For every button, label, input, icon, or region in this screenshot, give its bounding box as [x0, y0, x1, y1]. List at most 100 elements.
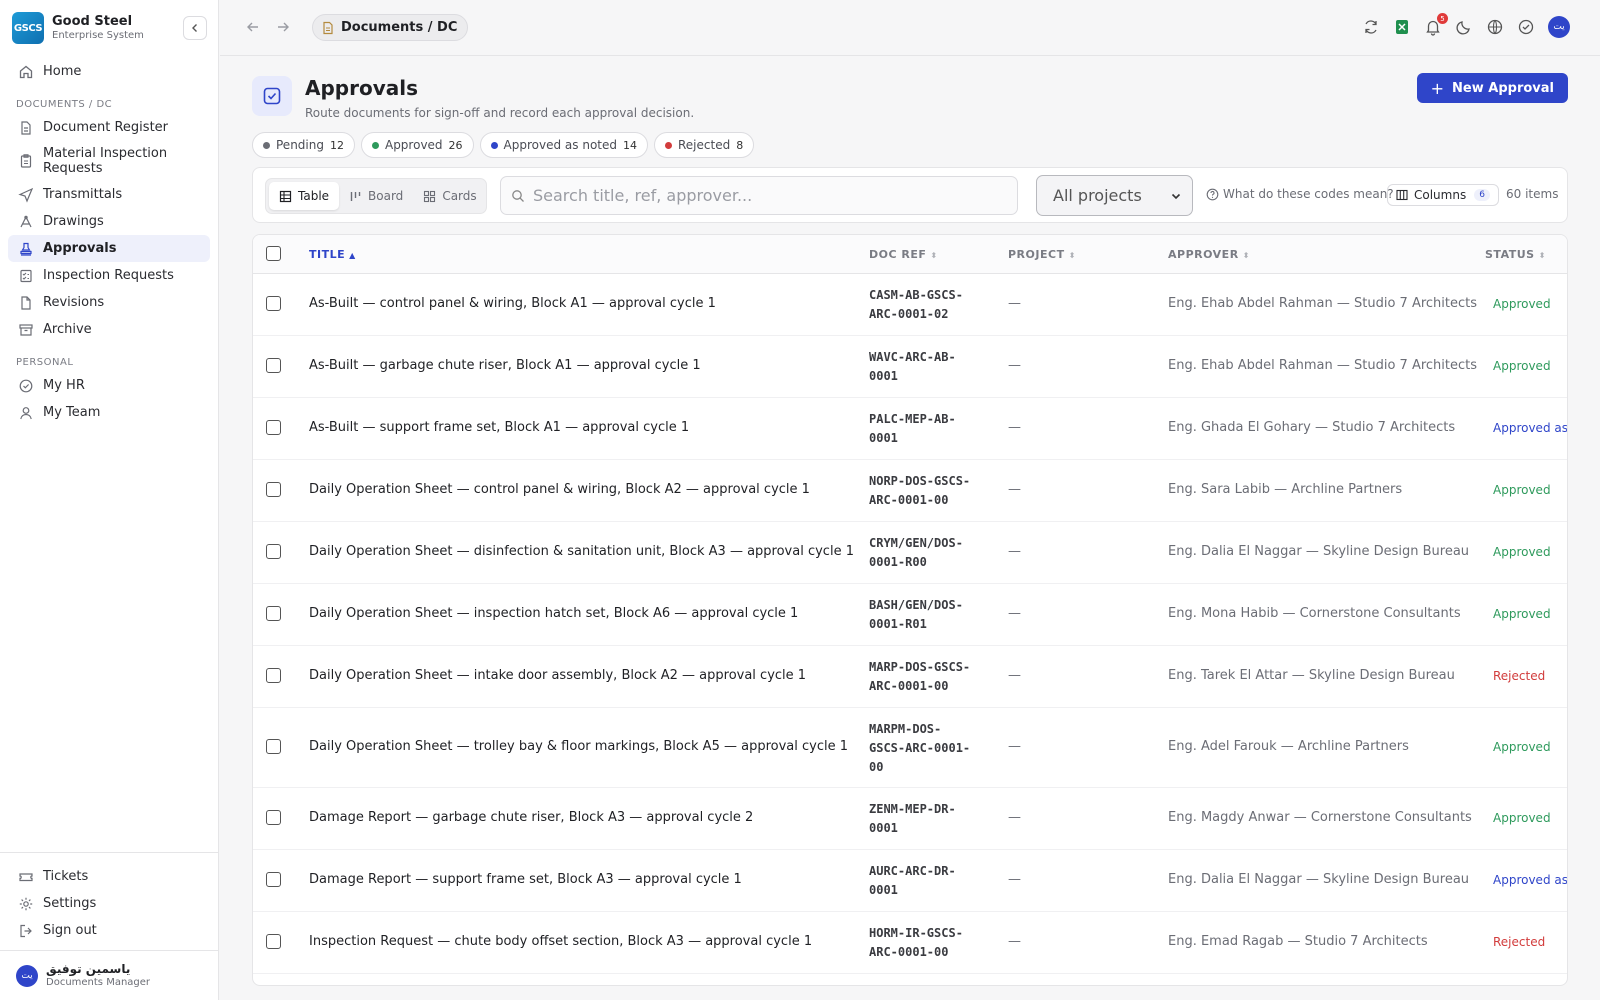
- sidebar-item-inspection-requests[interactable]: Inspection Requests: [8, 262, 210, 289]
- status-chip-approved[interactable]: Approved 26: [360, 132, 474, 158]
- status-chip-pending[interactable]: Pending 12: [252, 132, 355, 158]
- refresh-icon[interactable]: [1362, 18, 1380, 36]
- table-row[interactable]: As-Built — support frame set, Block A1 —…: [253, 398, 1567, 460]
- row-title[interactable]: As-Built — support frame set, Block A1 —…: [309, 420, 689, 435]
- table-row[interactable]: As-Built — garbage chute riser, Block A1…: [253, 336, 1567, 398]
- row-checkbox[interactable]: [266, 606, 281, 621]
- back-arrow-icon[interactable]: [244, 18, 262, 36]
- user-avatar-button[interactable]: يت: [1548, 16, 1570, 38]
- row-checkbox[interactable]: [266, 668, 281, 683]
- row-checkbox[interactable]: [266, 544, 281, 559]
- user-name: ياسمين توفيق: [46, 962, 131, 977]
- column-header-project[interactable]: PROJECT ⬍: [1008, 248, 1076, 261]
- row-title[interactable]: Damage Report — support frame set, Block…: [309, 872, 742, 887]
- new-approval-button[interactable]: + New Approval: [1416, 73, 1568, 103]
- items-count: 60 items: [1506, 187, 1559, 201]
- sidebar-item-archive[interactable]: Archive: [8, 316, 210, 343]
- table-row[interactable]: Daily Operation Sheet — inspection hatch…: [253, 584, 1567, 646]
- columns-button[interactable]: Columns 6: [1387, 184, 1499, 206]
- row-title[interactable]: Daily Operation Sheet — trolley bay & fl…: [309, 739, 848, 754]
- row-doc-ref: CASM-AB-GSCS- ARC-0001-02: [869, 286, 989, 324]
- notifications-button[interactable]: 5: [1424, 13, 1448, 36]
- table-row[interactable]: Daily Operation Sheet — control panel & …: [253, 460, 1567, 522]
- sidebar-item-material-inspection-requests[interactable]: Material Inspection Requests: [8, 141, 210, 181]
- view-cards-label: Cards: [442, 189, 477, 203]
- moon-icon[interactable]: [1455, 18, 1473, 36]
- row-checkbox[interactable]: [266, 420, 281, 435]
- home-icon: [19, 65, 33, 78]
- user-profile[interactable]: يت ياسمين توفيق Documents Manager: [0, 950, 218, 1000]
- status-chip-rejected[interactable]: Rejected 8: [654, 132, 755, 158]
- sidebar-item-my-team[interactable]: My Team: [8, 399, 210, 426]
- row-status: Approved: [1493, 545, 1551, 559]
- column-header-status[interactable]: STATUS ⬍: [1485, 248, 1546, 261]
- sidebar-item-document-register[interactable]: Document Register: [8, 114, 210, 141]
- codes-help-link[interactable]: What do these codes mean?: [1206, 187, 1394, 201]
- column-header-label: STATUS: [1485, 248, 1535, 261]
- table-row[interactable]: Inspection Request — chute body offset s…: [253, 912, 1567, 974]
- row-approver: Eng. Tarek El Attar — Skyline Design Bur…: [1168, 668, 1455, 683]
- row-checkbox[interactable]: [266, 934, 281, 949]
- table-row[interactable]: As-Built — control panel & wiring, Block…: [253, 274, 1567, 336]
- sidebar-item-tickets[interactable]: Tickets: [8, 863, 210, 890]
- row-title[interactable]: Daily Operation Sheet — disinfection & s…: [309, 544, 854, 559]
- doc-ref-line: AURC-ARC-DR-: [869, 864, 956, 878]
- view-table-button[interactable]: Table: [269, 182, 340, 210]
- sidebar-item-sign-out[interactable]: Sign out: [8, 917, 210, 944]
- row-checkbox[interactable]: [266, 482, 281, 497]
- row-checkbox[interactable]: [266, 872, 281, 887]
- sidebar-item-home[interactable]: Home: [8, 58, 210, 85]
- row-title[interactable]: Daily Operation Sheet — inspection hatch…: [309, 606, 798, 621]
- table-row[interactable]: Daily Operation Sheet — disinfection & s…: [253, 522, 1567, 584]
- status-chip-count: 12: [329, 138, 344, 152]
- row-project: —: [1008, 872, 1021, 887]
- status-dot: [371, 141, 379, 149]
- check-circle-icon: [19, 379, 33, 392]
- project-filter-select[interactable]: All projects: [1036, 175, 1193, 216]
- table-row[interactable]: Daily Operation Sheet — intake door asse…: [253, 646, 1567, 708]
- column-header-title[interactable]: TITLE ▲: [309, 248, 356, 261]
- row-approver: Eng. Dalia El Naggar — Skyline Design Bu…: [1168, 544, 1470, 559]
- table-row[interactable]: Damage Report — support frame set, Block…: [253, 850, 1567, 912]
- row-title[interactable]: As-Built — garbage chute riser, Block A1…: [309, 358, 701, 373]
- column-header-doc-ref[interactable]: DOC REF ⬍: [869, 248, 938, 261]
- column-header-approver[interactable]: APPROVER ⬍: [1168, 248, 1250, 261]
- check-circle-icon[interactable]: [1517, 18, 1535, 36]
- sidebar-item-label: My HR: [43, 378, 85, 393]
- row-checkbox[interactable]: [266, 358, 281, 373]
- row-title[interactable]: Damage Report — garbage chute riser, Blo…: [309, 810, 753, 825]
- sidebar-item-settings[interactable]: Settings: [8, 890, 210, 917]
- sidebar-item-approvals[interactable]: Approvals: [8, 235, 210, 262]
- view-cards-button[interactable]: Cards: [413, 182, 486, 210]
- sidebar-item-revisions[interactable]: Revisions: [8, 289, 210, 316]
- view-switcher: Table Board Cards: [265, 178, 487, 214]
- row-title[interactable]: As-Built — control panel & wiring, Block…: [309, 296, 716, 311]
- row-title[interactable]: Daily Operation Sheet — intake door asse…: [309, 668, 806, 683]
- row-title[interactable]: Daily Operation Sheet — control panel & …: [309, 482, 810, 497]
- row-title[interactable]: Inspection Request — chute body offset s…: [309, 934, 812, 949]
- table-row[interactable]: Daily Operation Sheet — trolley bay & fl…: [253, 708, 1567, 788]
- collapse-sidebar-button[interactable]: [183, 16, 207, 40]
- status-chip-approved-as-noted[interactable]: Approved as noted 14: [479, 132, 648, 158]
- row-checkbox[interactable]: [266, 296, 281, 311]
- select-all-checkbox[interactable]: [266, 246, 281, 261]
- view-board-button[interactable]: Board: [339, 182, 413, 210]
- row-project: —: [1008, 739, 1021, 754]
- sidebar-item-label: Archive: [43, 322, 92, 337]
- breadcrumb[interactable]: Documents / DC: [312, 14, 469, 41]
- row-status: Rejected: [1493, 935, 1546, 949]
- table-row[interactable]: Damage Report — garbage chute riser, Blo…: [253, 788, 1567, 850]
- sidebar-item-transmittals[interactable]: Transmittals: [8, 181, 210, 208]
- forward-arrow-icon[interactable]: [274, 18, 292, 36]
- sidebar-item-my-hr[interactable]: My HR: [8, 372, 210, 399]
- doc-ref-line: MARPM-DOS-: [869, 721, 942, 736]
- row-checkbox[interactable]: [266, 810, 281, 825]
- approvals-page-icon: [252, 76, 292, 116]
- sort-icon: ⬍: [1538, 251, 1546, 260]
- row-checkbox[interactable]: [266, 739, 281, 754]
- search-input[interactable]: [533, 186, 1003, 205]
- sidebar-item-drawings[interactable]: Drawings: [8, 208, 210, 235]
- spreadsheet-icon[interactable]: [1393, 18, 1411, 36]
- sidebar-item-label: Sign out: [43, 923, 97, 938]
- globe-icon[interactable]: [1486, 18, 1504, 36]
